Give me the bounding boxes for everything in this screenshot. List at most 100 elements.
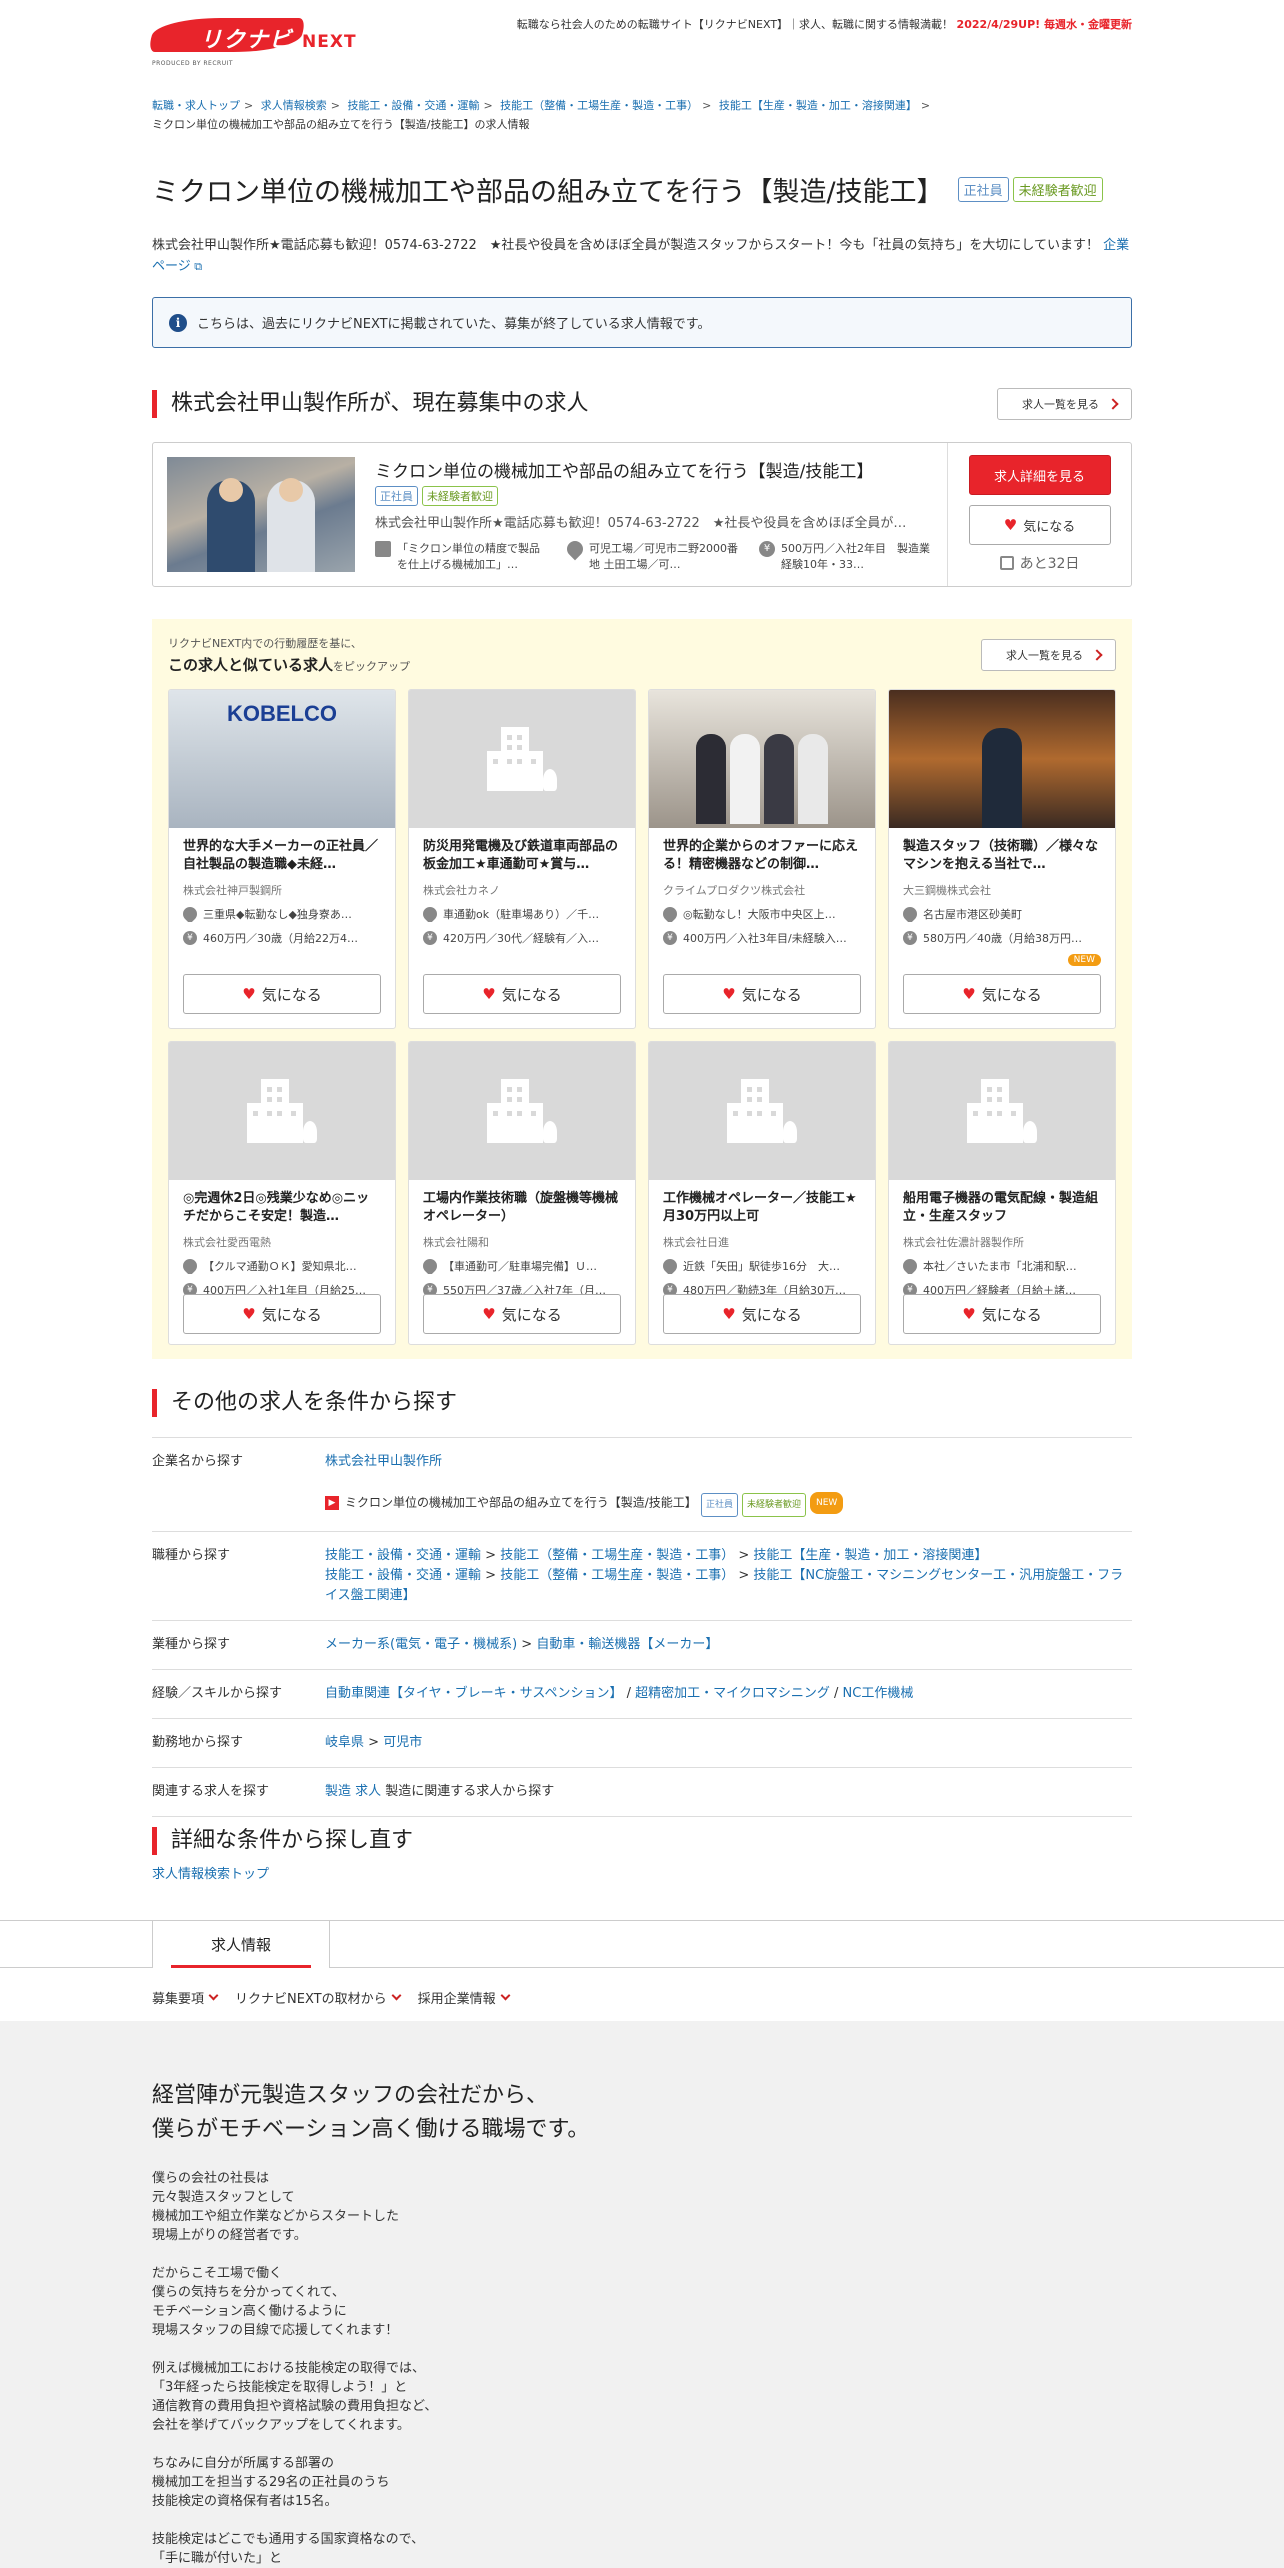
company-link[interactable]: 株式会社甲山製作所 xyxy=(325,1454,442,1469)
building-placeholder xyxy=(889,1042,1115,1180)
heart-icon: ♥ xyxy=(482,1305,496,1323)
building-placeholder xyxy=(409,690,635,828)
days-left-text: あと32日 xyxy=(1019,556,1080,572)
job-list-button[interactable]: 求人一覧を見る xyxy=(997,388,1132,420)
job-card-title[interactable]: 工作機械オペレーター／技能工★月30万円以上可 xyxy=(663,1190,861,1228)
breadcrumb-link[interactable]: 技能工（整備・工場生産・製造・工事） xyxy=(500,99,698,112)
search-top-link[interactable]: 求人情報検索トップ xyxy=(152,1867,269,1882)
job-card-title[interactable]: 船用電子機器の電気配線・製造組立・生産スタッフ xyxy=(903,1190,1101,1228)
search-table: 企業名から探す 株式会社甲山製作所 ▶ ミクロン単位の機械加工や部品の組み立てを行… xyxy=(152,1437,1132,1817)
area-link[interactable]: 可児市 xyxy=(383,1735,422,1750)
industry-link[interactable]: メーカー系(電気・電子・機械系) xyxy=(325,1637,517,1652)
favorite-button[interactable]: ♥ 気になる xyxy=(903,1294,1101,1334)
company-job-link[interactable]: ミクロン単位の機械加工や部品の組み立てを行う【製造/技能工】 xyxy=(345,1496,697,1510)
job-card-salary: 400万円／入社3年目/未経験入… xyxy=(683,932,847,945)
yen-icon: ¥ xyxy=(903,931,917,945)
current-jobs-header: 株式会社甲山製作所が、現在募集中の求人 求人一覧を見る xyxy=(152,388,1132,420)
favorite-button[interactable]: ♥ 気になる xyxy=(183,1294,381,1334)
favorite-button[interactable]: ♥ 気になる xyxy=(903,974,1101,1014)
job-card-company: 株式会社日進 xyxy=(663,1236,729,1249)
breadcrumb-link[interactable]: 技能工【生産・製造・加工・溶接関連】 xyxy=(719,99,917,112)
heart-icon: ♥ xyxy=(1003,516,1018,534)
favorite-button[interactable]: ♥ 気になる xyxy=(663,974,861,1014)
job-card[interactable]: ◎完週休2日◎残業少なめ◎ニッチだからこそ安定！製造… 株式会社愛西電熱 【クル… xyxy=(168,1041,396,1345)
notice-text: こちらは、過去にリクナビNEXTに掲載されていた、募集が終了している求人情報です… xyxy=(197,317,711,332)
favorite-button[interactable]: ♥ 気になる xyxy=(183,974,381,1014)
job-card-title[interactable]: 世界的企業からのオファーに応える！精密機器などの制御… xyxy=(663,838,861,876)
row-key: 職種から探す xyxy=(152,1547,231,1563)
building-placeholder xyxy=(409,1042,635,1180)
job-lead: 株式会社甲山製作所★電話応募も歓迎！0574-63-2722 ★社長や役員を含め… xyxy=(152,235,1132,277)
related-text: 製造に関連する求人から探す xyxy=(385,1783,555,1799)
search-row-occupation: 職種から探す 技能工・設備・交通・運輸 > 技能工（整備・工場生産・製造・工事）… xyxy=(152,1532,1132,1621)
occupation-link[interactable]: 技能工・設備・交通・運輸 xyxy=(325,1548,481,1563)
favorite-button[interactable]: ♥ 気になる xyxy=(968,505,1111,545)
picks-heading: この求人と似ている求人 xyxy=(168,656,334,674)
related-link[interactable]: 製造 求人 xyxy=(325,1784,381,1799)
job-card[interactable]: 船用電子機器の電気配線・製造組立・生産スタッフ 株式会社佐濃計器製作所 本社／さ… xyxy=(888,1041,1116,1345)
job-card-company: 株式会社カネノ xyxy=(423,884,500,897)
breadcrumb-link[interactable]: 転職・求人トップ xyxy=(152,99,240,112)
location-pin-icon xyxy=(183,906,200,922)
favorite-button[interactable]: ♥ 気になる xyxy=(663,1294,861,1334)
current-job-card[interactable]: ミクロン単位の機械加工や部品の組み立てを行う【製造/技能工】 正社員 未経験者歓迎… xyxy=(152,442,1132,587)
job-card-title[interactable]: ◎完週休2日◎残業少なめ◎ニッチだからこそ安定！製造… xyxy=(183,1190,381,1228)
heart-icon: ♥ xyxy=(962,985,976,1003)
favorite-label: 気になる xyxy=(1023,519,1076,535)
job-card-photo xyxy=(889,690,1115,828)
job-card-location: 車通勤ok（駐車場あり）／千… xyxy=(443,908,600,921)
job-card[interactable]: KOBELCO 世界的な大手メーカーの正社員／自社製品の製造職◆未経… 株式会社… xyxy=(168,689,396,1029)
job-card-title[interactable]: 製造スタッフ（技術職）／様々なマシンを抱える当社で… xyxy=(903,838,1101,876)
logo-kana: リクナビ xyxy=(200,28,293,53)
occupation-link[interactable]: 技能工（整備・工場生産・製造・工事） xyxy=(500,1568,734,1583)
job-card[interactable]: 工作機械オペレーター／技能工★月30万円以上可 株式会社日進 近鉄「矢田」駅徒歩… xyxy=(648,1041,876,1345)
job-work: 「ミクロン単位の精度で製品を仕上げる機械加工」… xyxy=(397,542,540,571)
favorite-button[interactable]: ♥ 気になる xyxy=(423,974,621,1014)
occupation-link[interactable]: 技能工（整備・工場生産・製造・工事） xyxy=(500,1548,734,1563)
occupation-link[interactable]: 技能工【生産・製造・加工・溶接関連】 xyxy=(753,1548,987,1563)
skill-link[interactable]: 超精密加工・マイクロマシニング xyxy=(635,1686,830,1701)
breadcrumb: 転職・求人トップ > 求人情報検索 > 技能工・設備・交通・運輸 > 技能工（整備・工… xyxy=(152,99,931,131)
nav-interview[interactable]: リクナビNEXTの取材から xyxy=(235,1988,400,2007)
job-card[interactable]: 工場内作業技術職（旋盤機等機械オペレーター） 株式会社陽和 【車通勤可／駐車場完… xyxy=(408,1041,636,1345)
job-card-title[interactable]: ミクロン単位の機械加工や部品の組み立てを行う【製造/技能工】 xyxy=(375,457,933,482)
occupation-link[interactable]: 技能工・設備・交通・運輸 xyxy=(325,1568,481,1583)
nav-requirements[interactable]: 募集要項 xyxy=(152,1988,217,2007)
location-pin-icon xyxy=(903,906,920,922)
job-card-salary: 460万円／30歳（月給22万4… xyxy=(203,932,358,945)
site-logo[interactable]: リクナビ NEXT PRODUCED BY RECRUIT xyxy=(146,18,402,70)
favorite-label: 気になる xyxy=(261,985,322,1004)
row-key: 勤務地から探す xyxy=(152,1734,244,1750)
job-card[interactable]: 世界的企業からのオファーに応える！精密機器などの制御… クライムプロダクツ株式会… xyxy=(648,689,876,1029)
job-location: 可児工場／可児市二野2000番地 土田工場／可… xyxy=(589,542,738,571)
skill-link[interactable]: NC工作機械 xyxy=(843,1686,914,1701)
industry-link[interactable]: 自動車・輸送機器【メーカー】 xyxy=(536,1637,718,1652)
job-salary: 500万円／入社2年目 製造業経験10年・33… xyxy=(781,542,930,571)
picks-list-button[interactable]: 求人一覧を見る xyxy=(981,639,1116,671)
job-card[interactable]: 製造スタッフ（技術職）／様々なマシンを抱える当社で… 大三鋼機株式会社 名古屋市… xyxy=(888,689,1116,1029)
job-card-salary: 420万円／30代／経験有／入… xyxy=(443,932,599,945)
current-jobs-heading: 株式会社甲山製作所が、現在募集中の求人 xyxy=(152,390,589,418)
refine-header: 詳細な条件から探し直す xyxy=(152,1826,1132,1855)
job-card-title[interactable]: 防災用発電機及び鉄道車両部品の板金加工★車通勤可★賞与… xyxy=(423,838,621,876)
area-link[interactable]: 岐阜県 xyxy=(325,1735,364,1750)
breadcrumb-link[interactable]: 技能工・設備・交通・運輸 xyxy=(347,99,479,112)
job-card-location: 名古屋市港区砂美町 xyxy=(923,908,1022,921)
search-row-company-job: ▶ ミクロン単位の機械加工や部品の組み立てを行う【製造/技能工】 正社員 未経験者歓… xyxy=(152,1478,1132,1532)
favorite-button[interactable]: ♥ 気になる xyxy=(423,1294,621,1334)
job-card-photo: KOBELCO xyxy=(169,690,395,828)
nav-company-info[interactable]: 採用企業情報 xyxy=(418,1988,509,2007)
location-pin-icon xyxy=(423,906,440,922)
job-card-title[interactable]: 工場内作業技術職（旋盤機等機械オペレーター） xyxy=(423,1190,621,1228)
job-card[interactable]: 防災用発電機及び鉄道車両部品の板金加工★車通勤可★賞与… 株式会社カネノ 車通勤… xyxy=(408,689,636,1029)
tab-job-info[interactable]: 求人情報 xyxy=(152,1920,330,1968)
skill-link[interactable]: 自動車関連【タイヤ・ブレーキ・サスペンション】 xyxy=(325,1686,622,1701)
job-card-location: 三重県◆転勤なし◆独身寮あ… xyxy=(203,908,352,921)
favorite-label: 気になる xyxy=(261,1305,322,1324)
header-tagline: 転職なら社会人のための転職サイト【リクナビNEXT】｜求人、転職に関する情報満載… xyxy=(517,16,1132,32)
job-card-title[interactable]: 世界的な大手メーカーの正社員／自社製品の製造職◆未経… xyxy=(183,838,381,876)
breadcrumb-link[interactable]: 求人情報検索 xyxy=(261,99,327,112)
job-card-location: 本社／さいたま市「北浦和駅… xyxy=(923,1260,1077,1273)
location-pin-icon xyxy=(183,1258,200,1274)
job-detail-button[interactable]: 求人詳細を見る xyxy=(968,455,1111,495)
